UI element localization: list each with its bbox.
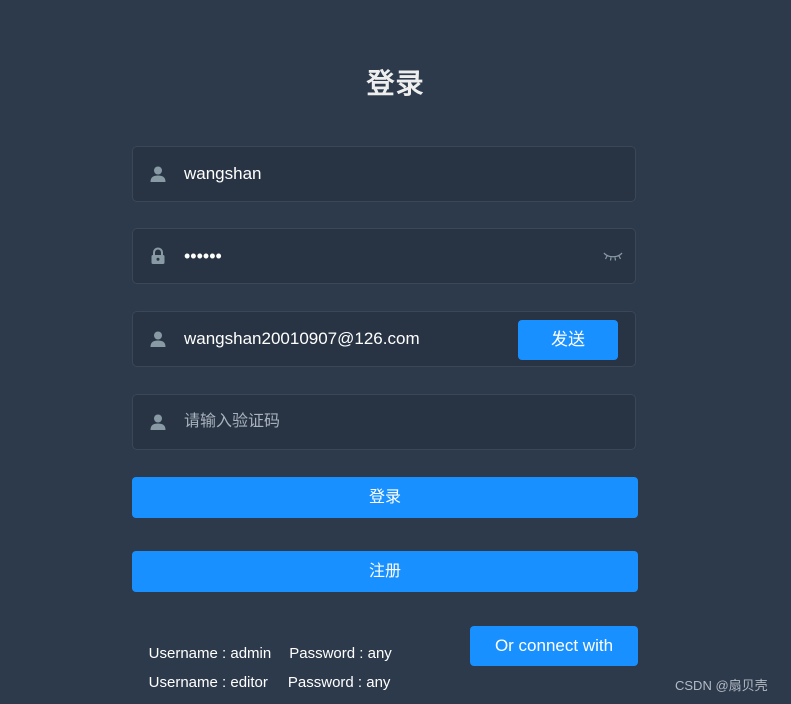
email-field[interactable]: wangshan20010907@126.com 发送 — [132, 311, 636, 367]
register-button[interactable]: 注册 — [132, 551, 638, 592]
send-code-button[interactable]: 发送 — [518, 320, 618, 360]
watermark: CSDN @扇贝壳 — [675, 678, 768, 693]
lock-icon — [151, 247, 165, 264]
verification-code-field[interactable]: 请输入验证码 — [132, 394, 636, 450]
tip-password: Password : any — [287, 674, 391, 691]
login-button[interactable]: 登录 — [132, 477, 638, 518]
eye-closed-icon[interactable] — [603, 249, 623, 263]
user-icon — [150, 414, 166, 430]
page-title: 登录 — [366, 68, 425, 99]
login-page: 登录 wangshan •••••• wangshan20010907@126.… — [0, 0, 791, 704]
password-field[interactable]: •••••• — [132, 228, 636, 284]
credentials-tip-editor: Username : editor Password : any — [132, 653, 391, 704]
user-icon — [150, 166, 166, 182]
tip-username: Username : editor — [148, 674, 268, 691]
username-value[interactable]: wangshan — [184, 147, 262, 201]
email-value[interactable]: wangshan20010907@126.com — [184, 312, 420, 366]
connect-with-button[interactable]: Or connect with — [470, 626, 638, 666]
password-value[interactable]: •••••• — [184, 229, 222, 283]
verification-code-placeholder[interactable]: 请输入验证码 — [184, 395, 280, 449]
username-field[interactable]: wangshan — [132, 146, 636, 202]
user-icon — [150, 331, 166, 347]
